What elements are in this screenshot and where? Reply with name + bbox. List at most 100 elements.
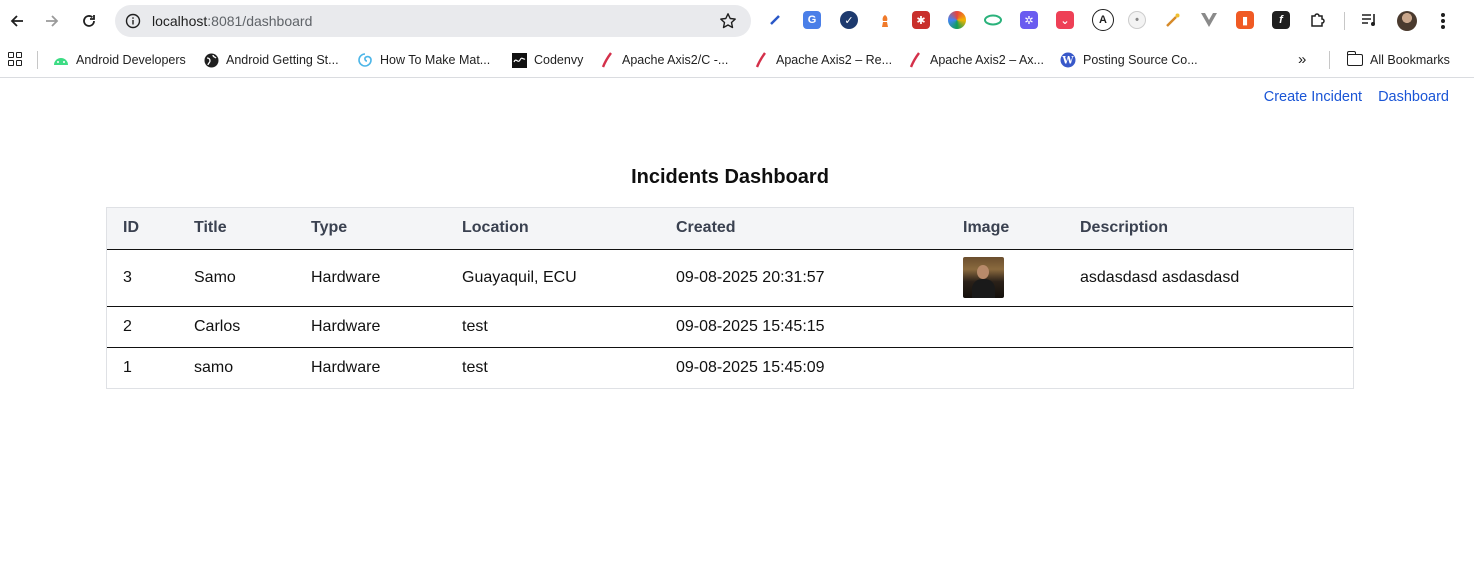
chess-extension-icon[interactable] bbox=[876, 11, 894, 29]
table-row: 2 Carlos Hardware test 09-08-2025 15:45:… bbox=[107, 306, 1353, 347]
table-row: 3 Samo Hardware Guayaquil, ECU 09-08-202… bbox=[107, 249, 1353, 306]
url-path: :8081/dashboard bbox=[207, 13, 313, 29]
column-header-location: Location bbox=[462, 219, 529, 237]
bookmarks-divider bbox=[37, 51, 38, 69]
cell-description bbox=[1064, 306, 1353, 347]
formula-extension-icon[interactable]: f bbox=[1272, 11, 1290, 29]
back-button[interactable] bbox=[5, 9, 29, 33]
cell-image bbox=[947, 249, 1064, 306]
profile-avatar[interactable] bbox=[1397, 11, 1417, 31]
column-header-id: ID bbox=[123, 219, 139, 237]
pen-extension-icon[interactable] bbox=[766, 11, 784, 29]
more-bookmarks-chevron-icon[interactable]: » bbox=[1298, 51, 1306, 68]
bookmark-label: Android Developers bbox=[76, 53, 186, 67]
codenvy-icon bbox=[511, 52, 527, 68]
bookmark-item[interactable]: Apache Axis2 – Re... bbox=[753, 50, 892, 70]
swirl-icon bbox=[357, 52, 373, 68]
cell-title: Carlos bbox=[194, 317, 241, 335]
create-incident-link[interactable]: Create Incident bbox=[1264, 89, 1362, 105]
address-bar[interactable]: localhost:8081/dashboard bbox=[115, 5, 751, 37]
cell-location: Guayaquil, ECU bbox=[462, 268, 577, 286]
feather-icon bbox=[907, 52, 923, 68]
incident-image-thumbnail[interactable] bbox=[963, 257, 1004, 298]
puzzle-extensions-icon[interactable] bbox=[1308, 11, 1326, 29]
cell-id: 2 bbox=[123, 317, 132, 335]
url-text[interactable]: localhost:8081/dashboard bbox=[152, 13, 312, 29]
media-controls-icon[interactable] bbox=[1361, 11, 1379, 29]
bookmark-label: Apache Axis2 – Re... bbox=[776, 53, 893, 67]
ghost-extension-icon[interactable]: • bbox=[1128, 11, 1146, 29]
cell-id: 3 bbox=[123, 268, 132, 286]
svg-text:W: W bbox=[1061, 56, 1074, 67]
folder-icon bbox=[1346, 51, 1363, 68]
cell-type: Hardware bbox=[311, 317, 381, 335]
cell-id: 1 bbox=[123, 358, 132, 376]
check-extension-icon[interactable]: ✓ bbox=[840, 11, 858, 29]
column-header-title: Title bbox=[194, 219, 227, 237]
bookmark-label: Apache Axis2/C -... bbox=[622, 53, 729, 67]
translate-extension-icon[interactable]: G bbox=[803, 11, 821, 29]
bookmark-label: Android Getting St... bbox=[226, 53, 339, 67]
cell-type: Hardware bbox=[311, 268, 381, 286]
table-header-row: ID Title Type Location Created Image Des… bbox=[107, 208, 1353, 249]
bookmark-item[interactable]: Android Getting St... bbox=[203, 50, 339, 70]
column-header-image: Image bbox=[963, 219, 1010, 237]
forward-button[interactable] bbox=[40, 9, 64, 33]
top-navigation: Create Incident Dashboard bbox=[1264, 89, 1449, 105]
chart-extension-icon[interactable]: ▮ bbox=[1236, 11, 1254, 29]
cell-description: asdasdasd asdasdasd bbox=[1080, 268, 1240, 286]
cell-created: 09-08-2025 15:45:15 bbox=[676, 317, 825, 335]
red-extension-icon[interactable]: ✱ bbox=[912, 11, 930, 29]
bookmark-label: Posting Source Co... bbox=[1083, 53, 1198, 67]
browser-menu-icon[interactable] bbox=[1436, 11, 1450, 31]
cell-description bbox=[1064, 347, 1353, 388]
bookmark-item[interactable]: W Posting Source Co... bbox=[1060, 50, 1198, 70]
bookmark-item[interactable]: Android Developers bbox=[53, 50, 186, 70]
apps-grid-icon[interactable] bbox=[8, 52, 22, 66]
cell-location: test bbox=[462, 358, 488, 376]
cell-title: Samo bbox=[194, 268, 236, 286]
vue-extension-icon[interactable] bbox=[1200, 11, 1218, 29]
table-row: 1 samo Hardware test 09-08-2025 15:45:09 bbox=[107, 347, 1353, 388]
cell-title: samo bbox=[194, 358, 234, 376]
bookmark-label: How To Make Mat... bbox=[380, 53, 491, 67]
leaf-extension-icon[interactable] bbox=[984, 11, 1002, 29]
page-content: Create Incident Dashboard Incidents Dash… bbox=[0, 79, 1474, 581]
arrow-right-icon bbox=[46, 15, 59, 27]
wand-extension-icon[interactable] bbox=[1164, 11, 1182, 29]
wordpress-icon: W bbox=[1060, 52, 1076, 68]
bookmarks-divider bbox=[1329, 51, 1330, 69]
gear-extension-icon[interactable]: ✲ bbox=[1020, 11, 1038, 29]
bookmark-star-icon[interactable] bbox=[719, 12, 737, 30]
cell-location: test bbox=[462, 317, 488, 335]
color-extension-icon[interactable] bbox=[948, 11, 966, 29]
bookmark-item[interactable]: Apache Axis2 – Ax... bbox=[907, 50, 1044, 70]
a-extension-icon[interactable]: A bbox=[1092, 9, 1114, 31]
pocket-extension-icon[interactable]: ⌄ bbox=[1056, 11, 1074, 29]
browser-toolbar: localhost:8081/dashboard G ✓ ✱ ✲ ⌄ A • ▮… bbox=[0, 0, 1474, 42]
cell-created: 09-08-2025 20:31:57 bbox=[676, 268, 825, 286]
column-header-description: Description bbox=[1080, 219, 1169, 237]
bookmark-item[interactable]: Apache Axis2/C -... bbox=[599, 50, 728, 70]
cell-type: Hardware bbox=[311, 358, 381, 376]
page-title: Incidents Dashboard bbox=[631, 166, 829, 188]
site-info-icon[interactable] bbox=[123, 11, 143, 31]
dashboard-link[interactable]: Dashboard bbox=[1378, 89, 1449, 105]
incidents-table: ID Title Type Location Created Image Des… bbox=[106, 207, 1354, 389]
toolbar-divider bbox=[1344, 12, 1345, 30]
cell-image bbox=[947, 306, 1064, 347]
cell-created: 09-08-2025 15:45:09 bbox=[676, 358, 825, 376]
android-icon bbox=[53, 52, 69, 68]
bookmark-label: Apache Axis2 – Ax... bbox=[930, 53, 1044, 67]
cell-image bbox=[947, 347, 1064, 388]
all-bookmarks-button[interactable]: All Bookmarks bbox=[1346, 50, 1450, 70]
globe-icon bbox=[203, 52, 219, 68]
reload-button[interactable] bbox=[77, 9, 101, 33]
bookmark-item[interactable]: How To Make Mat... bbox=[357, 50, 490, 70]
bookmarks-bar: Android Developers Android Getting St...… bbox=[0, 42, 1474, 78]
url-host: localhost bbox=[152, 13, 208, 29]
bookmark-label: Codenvy bbox=[534, 53, 584, 67]
all-bookmarks-label: All Bookmarks bbox=[1370, 53, 1450, 67]
column-header-type: Type bbox=[311, 219, 348, 237]
bookmark-item[interactable]: Codenvy bbox=[511, 50, 583, 70]
